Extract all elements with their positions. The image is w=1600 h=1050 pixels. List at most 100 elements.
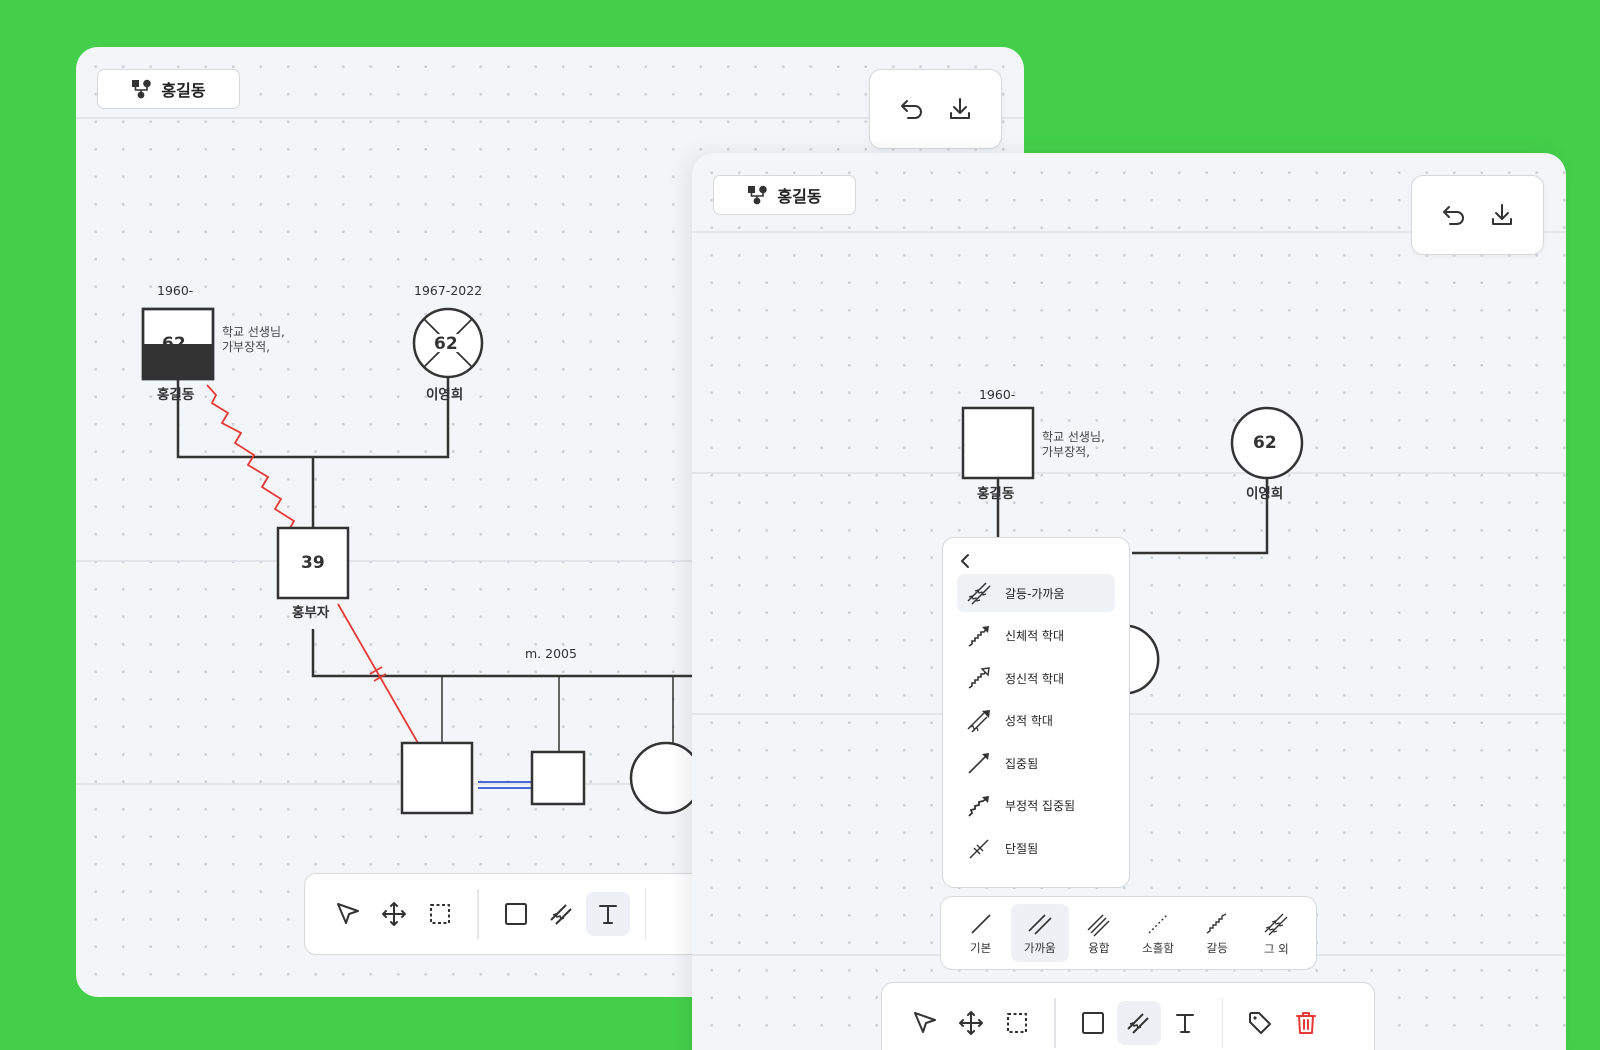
line-type-distant[interactable]: 소홀함 xyxy=(1129,904,1187,962)
person-partial-circle xyxy=(1129,624,1160,695)
line-type-label: 융합 xyxy=(1088,940,1110,955)
submenu-item-conflict-close[interactable]: 갈등-가까움 xyxy=(957,574,1115,612)
emotional-abuse-icon xyxy=(968,667,990,689)
father-note: 학교 선생님, 가부장적, xyxy=(1042,430,1105,460)
title-chip[interactable]: 홍길동 xyxy=(97,69,240,109)
line-type-label: 그 외 xyxy=(1263,941,1289,956)
text-tool[interactable] xyxy=(1163,1001,1207,1045)
top-toolbar xyxy=(1411,175,1544,255)
line-type-basic[interactable]: 기본 xyxy=(952,904,1010,962)
shape-tool[interactable] xyxy=(1071,1001,1115,1045)
undo-icon xyxy=(1442,206,1464,225)
marriage-label: m. 2005 xyxy=(525,646,577,661)
submenu-item-label: 정신적 학대 xyxy=(1005,671,1065,686)
note-line: 학교 선생님, xyxy=(222,325,285,339)
square-icon xyxy=(504,903,527,925)
submenu-item-label: 부정적 집중됨 xyxy=(1005,799,1076,814)
chevron-left-icon xyxy=(961,554,969,568)
note-line: 가부장적, xyxy=(222,340,270,354)
marquee-tool[interactable] xyxy=(418,892,462,936)
download-icon xyxy=(949,98,970,119)
conflict-close-icon xyxy=(967,582,991,605)
person-father[interactable] xyxy=(961,406,1035,480)
line-type-conflict[interactable]: 갈등 xyxy=(1188,904,1246,962)
undo-icon xyxy=(900,100,922,119)
close-line-icon xyxy=(1028,913,1052,935)
title-text: 홍길동 xyxy=(161,81,206,100)
relation-line-icon xyxy=(1126,1013,1149,1034)
select-tool[interactable] xyxy=(903,1001,947,1045)
distant-line-icon xyxy=(1148,914,1168,933)
text-icon xyxy=(1175,1014,1194,1033)
select-tool[interactable] xyxy=(326,892,370,936)
relation-tool[interactable] xyxy=(1116,1001,1161,1045)
pointer-icon xyxy=(337,903,359,924)
marquee-tool[interactable] xyxy=(995,1001,1039,1045)
submenu-back-button[interactable] xyxy=(957,548,1115,574)
line-type-other[interactable]: 그 외 xyxy=(1247,904,1305,962)
physical-abuse-icon xyxy=(968,625,989,647)
line-type-fused[interactable]: 융합 xyxy=(1070,904,1128,962)
title-chip[interactable]: 홍길동 xyxy=(713,175,856,215)
marquee-icon xyxy=(1007,1013,1027,1033)
note-line: 학교 선생님, xyxy=(1042,430,1105,444)
submenu-item-label: 갈등-가까움 xyxy=(1005,586,1065,601)
text-icon xyxy=(598,905,617,924)
tag-tool[interactable] xyxy=(1238,1001,1282,1045)
undo-button[interactable] xyxy=(898,95,926,123)
marquee-icon xyxy=(430,904,450,924)
submenu-item-sexual-abuse[interactable]: 성적 학대 xyxy=(957,702,1115,740)
negative-focused-icon xyxy=(968,795,989,817)
conflict-relationship-line xyxy=(206,384,296,536)
toolbar-separator xyxy=(477,889,479,939)
move-icon xyxy=(959,1011,983,1035)
download-button[interactable] xyxy=(1488,201,1516,229)
top-toolbar xyxy=(869,69,1002,149)
submenu-item-cutoff[interactable]: 단절됨 xyxy=(957,830,1115,868)
undo-button[interactable] xyxy=(1440,201,1468,229)
download-button[interactable] xyxy=(946,95,974,123)
title-text: 홍길동 xyxy=(777,187,822,206)
father-birth: 1960- xyxy=(979,387,1016,402)
tag-icon xyxy=(1249,1012,1271,1034)
note-line: 가부장적, xyxy=(1042,445,1090,459)
genogram-icon xyxy=(132,79,152,99)
bottom-toolbar xyxy=(881,982,1375,1050)
fused-line-icon xyxy=(1087,913,1110,937)
mother-name: 이영희 xyxy=(426,387,464,403)
submenu-item-label: 신체적 학대 xyxy=(1005,629,1065,644)
line-type-label: 기본 xyxy=(969,940,992,955)
submenu-item-emotional-abuse[interactable]: 정신적 학대 xyxy=(957,659,1115,697)
delete-tool[interactable] xyxy=(1284,1001,1328,1045)
line-type-label: 갈등 xyxy=(1206,940,1228,955)
relation-tool[interactable] xyxy=(540,892,584,936)
submenu-item-physical-abuse[interactable]: 신체적 학대 xyxy=(957,617,1115,655)
son-age: 39 xyxy=(301,553,325,573)
focused-icon xyxy=(968,753,989,774)
marriage-line xyxy=(176,377,450,459)
move-tool[interactable] xyxy=(949,1001,993,1045)
person-child-2[interactable] xyxy=(530,750,586,806)
mother-age: 62 xyxy=(434,334,458,354)
father-name: 홍길동 xyxy=(157,387,195,403)
conflict-line-icon xyxy=(1206,912,1227,934)
submenu-item-negative-focused[interactable]: 부정적 집중됨 xyxy=(957,787,1115,825)
text-tool[interactable] xyxy=(585,892,630,936)
download-icon xyxy=(1491,204,1512,225)
submenu-item-focused[interactable]: 집중됨 xyxy=(957,744,1115,782)
shape-tool[interactable] xyxy=(494,892,538,936)
other-line-icon xyxy=(1264,913,1288,935)
square-icon xyxy=(1081,1012,1104,1034)
submenu-item-label: 성적 학대 xyxy=(1005,714,1053,729)
submenu-item-label: 단절됨 xyxy=(1005,842,1039,857)
father-birth: 1960- xyxy=(157,283,194,298)
basic-line-icon xyxy=(971,913,991,934)
trash-icon xyxy=(1296,1012,1316,1034)
move-tool[interactable] xyxy=(372,892,416,936)
move-icon xyxy=(382,902,406,926)
line-type-close[interactable]: 가까움 xyxy=(1010,904,1069,962)
person-child-1[interactable] xyxy=(400,741,474,815)
mother-dates: 1967-2022 xyxy=(414,283,483,298)
person-child-3[interactable] xyxy=(629,741,703,815)
pointer-icon xyxy=(914,1012,936,1033)
